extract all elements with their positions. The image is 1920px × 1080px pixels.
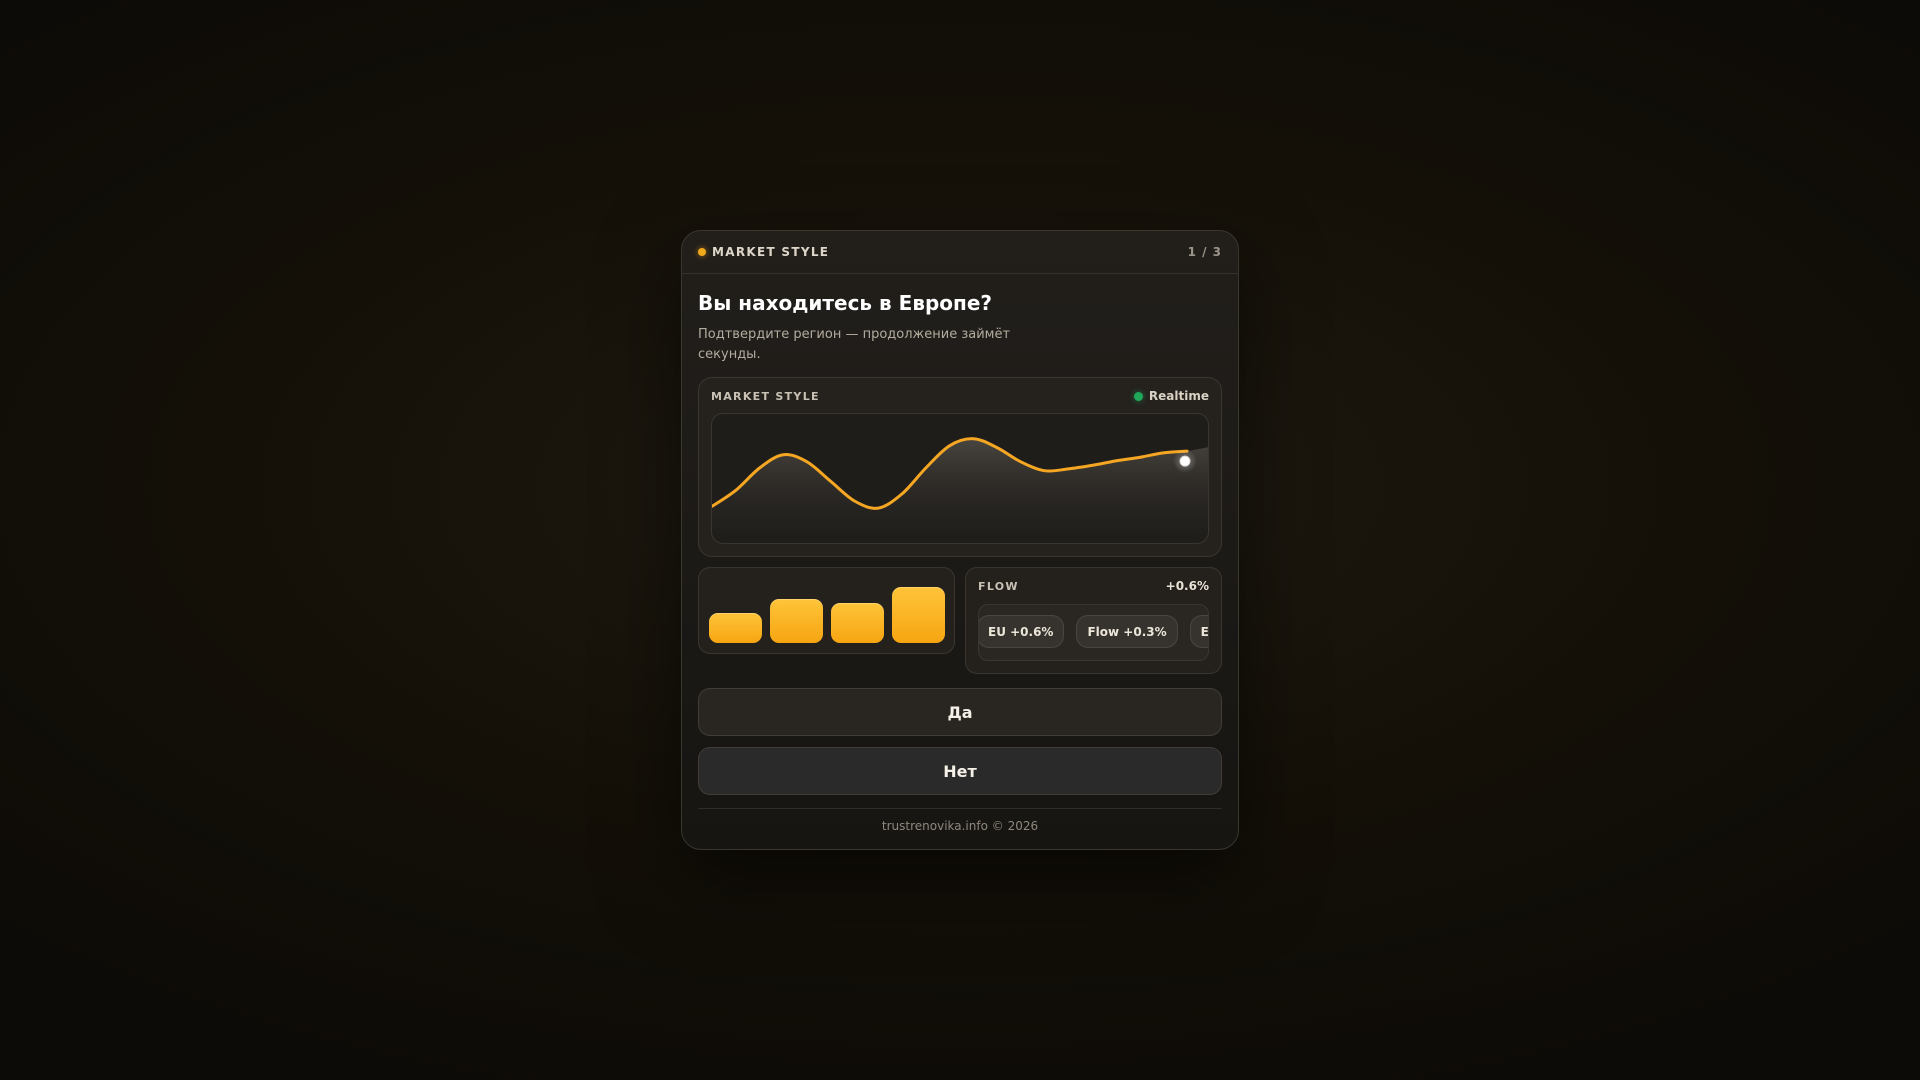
footer: trustrenovika.info © 2026 (698, 808, 1222, 833)
flow-chip: Flow +0.3% (1076, 615, 1178, 648)
flow-value: +0.6% (1165, 579, 1209, 593)
bars-panel (698, 567, 955, 654)
flow-chip: EU +0.6% (1189, 615, 1208, 648)
mini-bar (709, 613, 762, 643)
mini-bar (770, 599, 823, 643)
question-title: Вы находитесь в Европе? (698, 291, 993, 315)
brand-label: MARKET STYLE (712, 245, 830, 259)
chart-panel-label: MARKET STYLE (711, 389, 820, 403)
dialog-content: Вы находитесь в Европе? Подтвердите реги… (682, 291, 1238, 833)
flow-ticker: EU +0.6% Flow +0.3% EU +0.6% (978, 604, 1209, 661)
question-subtitle: Подтвердите регион — продолжение займёт … (698, 327, 1011, 362)
chart-marker (1179, 455, 1191, 467)
brand-dot-icon (698, 248, 706, 256)
dialog-header: MARKET STYLE 1 / 3 (682, 231, 1238, 274)
flow-panel: FLOW +0.6% EU +0.6% Flow +0.3% EU +0.6% (965, 567, 1222, 674)
flow-label: FLOW (978, 579, 1019, 593)
no-button[interactable]: Нет (698, 747, 1222, 795)
flow-header: FLOW +0.6% (978, 579, 1209, 593)
line-chart (711, 413, 1209, 544)
region-dialog: MARKET STYLE 1 / 3 Вы находитесь в Европ… (681, 230, 1239, 850)
flow-chip: EU +0.6% (979, 615, 1065, 648)
realtime-badge: Realtime (1133, 389, 1209, 403)
live-dot-icon (1133, 391, 1143, 401)
line-chart-svg (712, 437, 1208, 543)
mini-bar (831, 603, 884, 643)
realtime-label: Realtime (1148, 389, 1209, 403)
yes-button[interactable]: Да (698, 688, 1222, 736)
chart-panel-header: MARKET STYLE Realtime (711, 389, 1209, 403)
chart-panel: MARKET STYLE Realtime (698, 377, 1222, 557)
mini-bar (892, 587, 945, 643)
step-indicator: 1 / 3 (1187, 245, 1222, 259)
brand: MARKET STYLE (698, 245, 829, 259)
stats-row: FLOW +0.6% EU +0.6% Flow +0.3% EU +0.6% (698, 567, 1222, 674)
flow-chips: EU +0.6% Flow +0.3% EU +0.6% (979, 615, 1208, 648)
